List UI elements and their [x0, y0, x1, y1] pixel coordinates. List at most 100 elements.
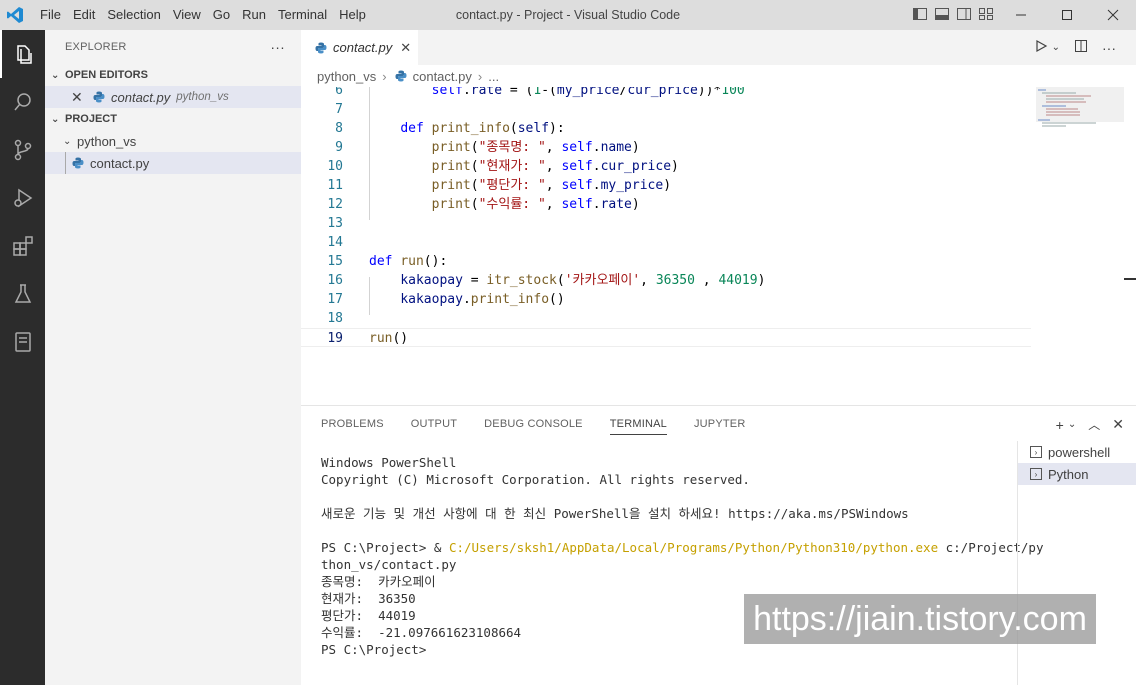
more-actions-icon[interactable]: ··· [1102, 40, 1116, 56]
tab-label: contact.py [333, 40, 393, 55]
file-contact-py[interactable]: contact.py [45, 152, 301, 174]
terminal-item-python[interactable]: › Python [1018, 463, 1136, 485]
tab-output[interactable]: OUTPUT [411, 406, 457, 442]
run-debug-icon[interactable] [0, 174, 45, 222]
title-bar: File Edit Selection View Go Run Terminal… [0, 0, 1136, 30]
code-line: 16 kakaopay = itr_stock('카카오페이', 36350 ,… [327, 273, 766, 288]
watermark: https://jiain.tistory.com [744, 594, 1096, 644]
code-line: 14 [327, 235, 343, 250]
menu-bar: File Edit Selection View Go Run Terminal… [34, 0, 372, 30]
chevron-down-icon: ⌄ [51, 113, 60, 125]
terminal-item-label: Python [1048, 466, 1089, 482]
explorer-title: EXPLORER [65, 41, 127, 53]
terminal-line: Copyright (C) Microsoft Corporation. All… [321, 472, 750, 487]
project-section[interactable]: ⌄ PROJECT [45, 108, 301, 130]
more-actions-icon[interactable]: ··· [270, 39, 285, 55]
code-line: 10 print("현재가: ", self.cur_price) [327, 159, 679, 174]
open-editor-filename: contact.py [111, 89, 171, 105]
code-line: 17 kakaopay.print_info() [327, 292, 565, 307]
code-editor[interactable]: 6 self.rate = (1-(my_price/cur_price))*1… [301, 87, 1031, 405]
close-tab-icon[interactable]: ✕ [400, 40, 411, 56]
python-file-icon [91, 90, 107, 104]
breadcrumb-folder[interactable]: python_vs [317, 69, 376, 84]
maximize-panel-icon[interactable]: ︿ [1088, 416, 1100, 433]
new-terminal-icon[interactable]: + [1056, 417, 1064, 433]
code-line: 7 [335, 102, 343, 117]
menu-terminal[interactable]: Terminal [272, 0, 333, 30]
tab-jupyter[interactable]: JUPYTER [694, 406, 746, 442]
testing-flask-icon[interactable] [0, 270, 45, 318]
close-window-icon[interactable] [1090, 0, 1136, 30]
menu-edit[interactable]: Edit [67, 0, 101, 30]
search-icon[interactable] [0, 78, 45, 126]
terminal-line: thon_vs/contact.py [321, 557, 457, 572]
toggle-panel-icon[interactable] [934, 6, 950, 22]
chevron-down-icon: ⌄ [51, 69, 60, 81]
close-editor-icon[interactable]: ✕ [71, 89, 91, 106]
terminal-item-powershell[interactable]: › powershell [1018, 441, 1136, 463]
code-line: 6 self.rate = (1-(my_price/cur_price))*1… [335, 87, 745, 98]
toggle-sidebar-icon[interactable] [912, 6, 928, 22]
chevron-down-icon[interactable]: ⌄ [1052, 42, 1060, 53]
menu-selection[interactable]: Selection [101, 0, 166, 30]
project-label: PROJECT [65, 113, 117, 125]
extensions-icon[interactable] [0, 222, 45, 270]
menu-run[interactable]: Run [236, 0, 272, 30]
panel-tabs: PROBLEMS OUTPUT DEBUG CONSOLE TERMINAL J… [301, 406, 1136, 442]
terminal-python-path: C:/Users/sksh1/AppData/Local/Programs/Py… [448, 540, 939, 555]
maximize-icon[interactable] [1044, 0, 1090, 30]
code-line: 11 print("평단가: ", self.my_price) [327, 178, 672, 193]
terminal-icon: › [1030, 446, 1042, 458]
tab-contact-py[interactable]: contact.py ✕ [301, 30, 419, 65]
python-file-icon [70, 156, 86, 170]
chevron-down-icon: ⌄ [63, 135, 72, 147]
code-line: 9 print("종목명: ", self.name) [335, 140, 640, 155]
terminal-item-label: powershell [1048, 444, 1111, 460]
terminal-line: 종목명: 카카오페이 [321, 574, 436, 589]
tab-terminal[interactable]: TERMINAL [609, 413, 667, 435]
terminal-icon: › [1030, 468, 1042, 480]
menu-view[interactable]: View [167, 0, 207, 30]
source-control-icon[interactable] [0, 126, 45, 174]
remote-explorer-icon[interactable] [0, 318, 45, 366]
code-line: 18 [327, 311, 343, 326]
breadcrumb-file[interactable]: contact.py [413, 69, 472, 84]
explorer-icon[interactable] [0, 30, 45, 78]
open-editor-item[interactable]: ✕ contact.py python_vs [45, 86, 301, 108]
menu-go[interactable]: Go [207, 0, 236, 30]
chevron-right-icon: › [382, 68, 387, 84]
minimap[interactable] [1036, 87, 1124, 157]
open-editor-folder: python_vs [176, 91, 229, 103]
customize-layout-icon[interactable] [978, 6, 994, 22]
code-line-current: 19 run() [301, 328, 1031, 347]
split-editor-icon[interactable] [1074, 39, 1088, 56]
breadcrumb-symbol[interactable]: ... [488, 69, 499, 84]
open-editors-section[interactable]: ⌄ OPEN EDITORS [45, 64, 301, 86]
open-editors-label: OPEN EDITORS [65, 69, 148, 81]
terminal-command-line: PS C:\Project> & C:/Users/sksh1/AppData/… [321, 539, 1043, 556]
activity-bar [0, 30, 45, 685]
chevron-down-icon[interactable]: ⌄ [1068, 419, 1076, 430]
tab-problems[interactable]: PROBLEMS [321, 406, 384, 442]
terminal-prompt: PS C:\Project> & [321, 540, 449, 555]
breadcrumb: python_vs › contact.py › ... [301, 65, 1136, 87]
menu-file[interactable]: File [34, 0, 67, 30]
editor-area: contact.py ✕ ⌄ ··· python_vs › contact.p… [301, 30, 1136, 405]
toggle-secondary-sidebar-icon[interactable] [956, 6, 972, 22]
editor-tabs: contact.py ✕ ⌄ ··· [301, 30, 1136, 65]
tree-indent-guide [65, 152, 66, 174]
close-panel-icon[interactable]: ✕ [1112, 416, 1124, 433]
code-line: 15 def run(): [327, 254, 448, 269]
explorer-sidebar: EXPLORER ··· ⌄ OPEN EDITORS ✕ contact.py… [45, 30, 301, 685]
folder-python-vs[interactable]: ⌄ python_vs [45, 130, 301, 152]
menu-help[interactable]: Help [333, 0, 372, 30]
python-file-icon [313, 41, 329, 55]
terminal-line: Windows PowerShell [321, 455, 457, 470]
terminal-line: 새로운 기능 및 개선 사항에 대 한 최신 PowerShell을 설치 하세… [321, 506, 909, 521]
minimize-icon[interactable] [998, 0, 1044, 30]
vscode-logo-icon [0, 0, 30, 30]
code-line: 12 print("수익률: ", self.rate) [327, 197, 640, 212]
run-python-file-icon[interactable] [1034, 39, 1048, 56]
tab-debug-console[interactable]: DEBUG CONSOLE [484, 406, 583, 442]
